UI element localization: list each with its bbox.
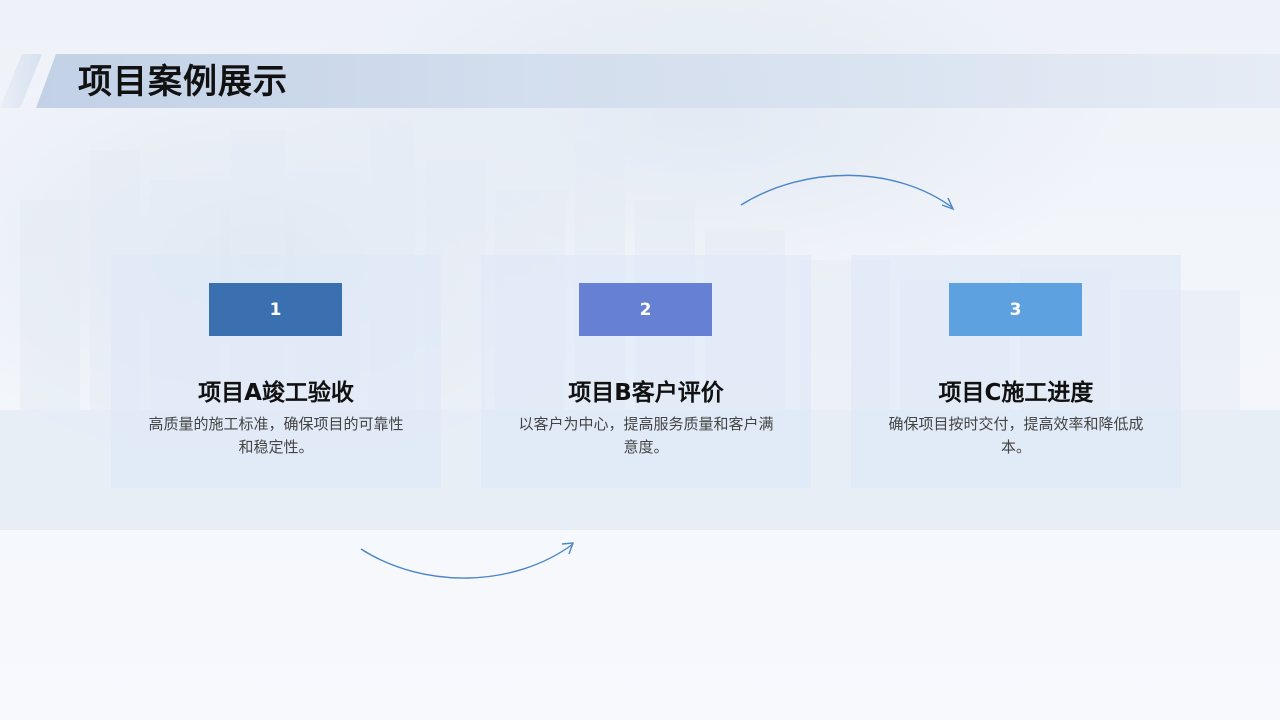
card-number-badge: 1: [209, 283, 342, 336]
card-description: 确保项目按时交付，提高效率和降低成本。: [888, 415, 1144, 456]
card-description: 高质量的施工标准，确保项目的可靠性和稳定性。: [148, 415, 404, 456]
page-title: 项目案例展示: [78, 62, 288, 102]
card-number-badge: 2: [579, 283, 712, 336]
card-title: 项目C施工进度: [938, 380, 1094, 406]
case-card-3: 3 项目C施工进度 确保项目按时交付，提高效率和降低成本。: [851, 255, 1181, 488]
card-description: 以客户为中心，提高服务质量和客户满意度。: [518, 415, 774, 456]
curved-arrow-bottom-icon: [360, 542, 575, 579]
card-title: 项目B客户评价: [568, 380, 724, 406]
curved-arrow-top-icon: [740, 174, 955, 211]
card-number-badge: 3: [949, 283, 1082, 336]
case-card-1: 1 项目A竣工验收 高质量的施工标准，确保项目的可靠性和稳定性。: [111, 255, 441, 488]
card-title: 项目A竣工验收: [198, 380, 354, 406]
case-card-2: 2 项目B客户评价 以客户为中心，提高服务质量和客户满意度。: [481, 255, 811, 488]
